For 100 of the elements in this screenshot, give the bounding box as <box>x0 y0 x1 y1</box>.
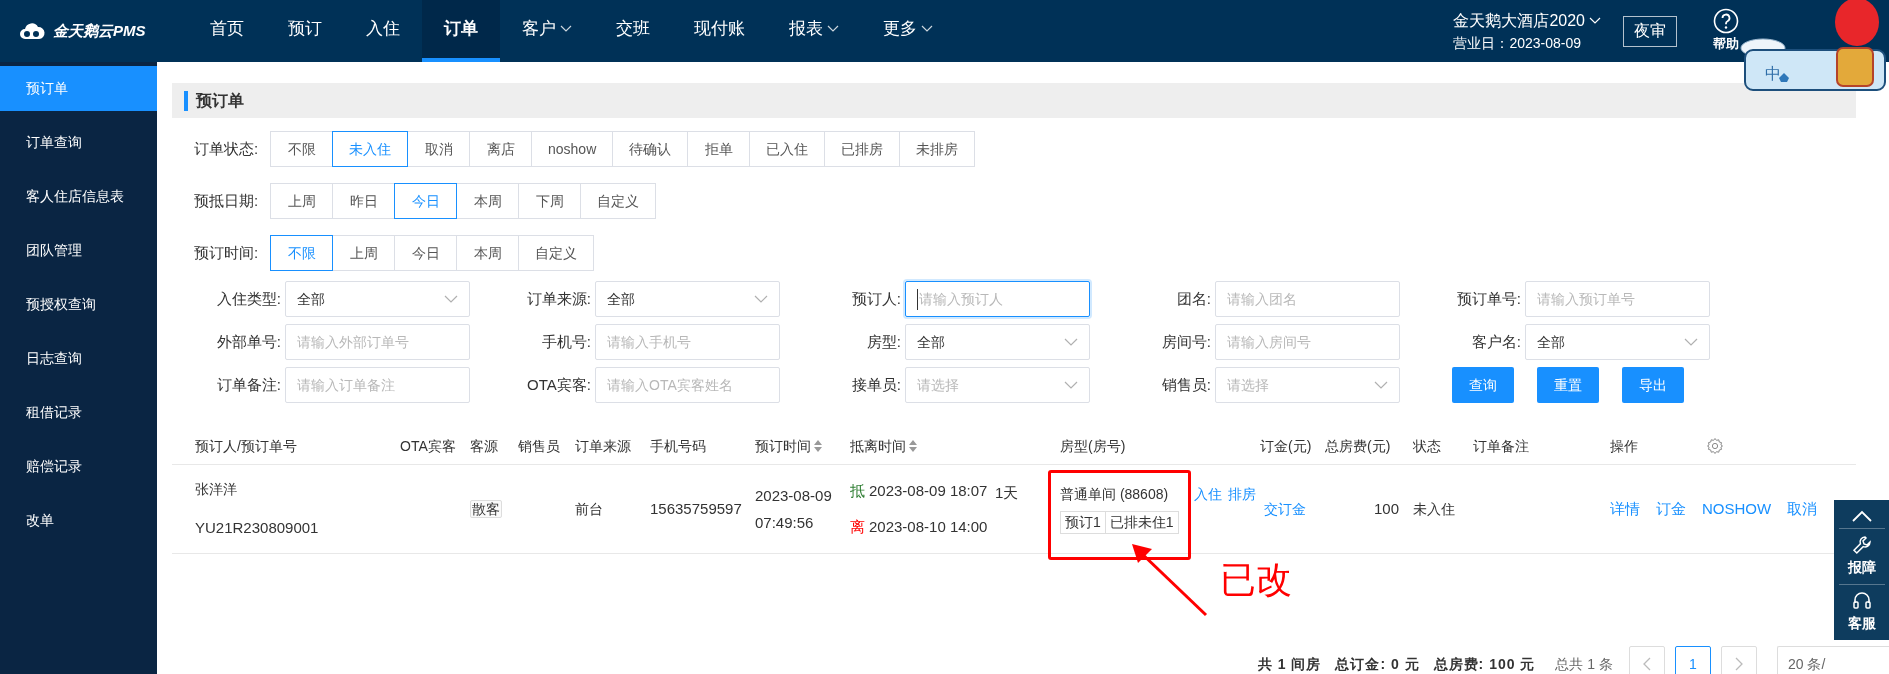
filter-chip[interactable]: 离店 <box>469 131 532 167</box>
room-status-tag: 预订1 <box>1060 511 1106 534</box>
field-label: 接单员: <box>850 374 902 395</box>
sidebar-item[interactable]: 改单 <box>0 498 157 543</box>
table-cell: 15635759597 <box>650 499 742 517</box>
sidebar-item[interactable]: 预授权查询 <box>0 282 157 327</box>
night-audit-button[interactable]: 夜审 <box>1623 15 1677 47</box>
brand-name: 金天鹅云PMS <box>53 20 146 41</box>
column-header: 预订人/预订单号 <box>195 436 297 456</box>
filter-chip[interactable]: 下周 <box>518 183 581 219</box>
column-header: 总房费(元) <box>1325 436 1391 456</box>
chevron-up-icon <box>1851 510 1872 522</box>
input-mode-label: 中 <box>1765 64 1781 84</box>
nav-tab[interactable]: 入住 <box>344 0 422 62</box>
table-cell-text: 2023-08-09 18:07 <box>869 480 988 501</box>
help-button[interactable]: 帮助 <box>1713 8 1739 54</box>
filter-chip[interactable]: 不限 <box>270 131 333 167</box>
chevron-down-icon <box>1064 381 1078 389</box>
filter-label: 预订时间: <box>193 242 260 263</box>
column-header: OTA宾客 <box>400 436 456 456</box>
chevron-down-icon <box>754 295 768 303</box>
page-size-select[interactable]: 20 条/ <box>1777 646 1889 674</box>
field-label: 订单备注: <box>215 374 282 395</box>
help-icon <box>1713 8 1739 35</box>
nav-tab[interactable]: 更多 <box>861 0 955 62</box>
filter-chip[interactable]: 取消 <box>407 131 470 167</box>
support-button[interactable]: 客服 <box>1838 585 1885 641</box>
sort-icon <box>909 440 917 452</box>
field-label: 入住类型: <box>215 288 282 309</box>
column-header: 订单来源 <box>575 436 631 456</box>
sidebar-item[interactable]: 订单查询 <box>0 120 157 165</box>
column-header: 房型(房号) <box>1060 436 1126 456</box>
chevron-down-icon <box>1684 338 1698 346</box>
section-title: 预订单 <box>196 90 244 111</box>
headset-icon <box>1851 591 1872 611</box>
filter-chip[interactable]: 自定义 <box>518 235 594 271</box>
select-field[interactable]: 全部 <box>595 281 780 317</box>
nav-tab[interactable]: 现付账 <box>672 0 767 62</box>
field-label: 手机号: <box>540 331 592 352</box>
total-count: 总共 1 条 <box>1555 654 1613 674</box>
filter-chip[interactable]: 已入住 <box>749 131 826 167</box>
field-label: 房型: <box>865 331 902 352</box>
caret-icon <box>921 25 933 33</box>
sidebar-item[interactable]: 赔偿记录 <box>0 444 157 489</box>
table-cell: 前台 <box>575 500 603 517</box>
chevron-left-icon <box>1643 657 1651 671</box>
filter-chip[interactable]: 未排房 <box>899 131 976 167</box>
select-field[interactable]: 全部 <box>905 324 1090 360</box>
summary-text: 共 1 间房 <box>1257 654 1322 674</box>
hotel-selector[interactable]: 金天鹅大酒店2020 <box>1453 8 1601 33</box>
select-field[interactable]: 全部 <box>285 281 470 317</box>
filter-chip[interactable]: 本周 <box>456 183 519 219</box>
sidebar-item[interactable]: 团队管理 <box>0 228 157 273</box>
filter-chip[interactable]: 拒单 <box>687 131 751 167</box>
filter-chip[interactable]: 自定义 <box>580 183 656 219</box>
filter-chip[interactable]: 上周 <box>332 235 395 271</box>
column-header[interactable]: 抵离时间 <box>850 435 917 457</box>
filter-chip[interactable]: 昨日 <box>332 183 395 219</box>
nav-tab[interactable]: 预订 <box>266 0 344 62</box>
column-header: 客源 <box>470 436 498 456</box>
nav-tab[interactable]: 交班 <box>594 0 672 62</box>
chevron-down-icon <box>1064 338 1078 346</box>
table-cell-text: 2023-08-10 14:00 <box>869 517 988 537</box>
next-page-button[interactable] <box>1721 646 1757 674</box>
accent-bar <box>184 90 188 111</box>
sidebar-item[interactable]: 日志查询 <box>0 336 157 381</box>
filter-chip[interactable]: noshow <box>531 131 614 167</box>
field-label: 外部单号: <box>215 331 282 352</box>
filter-label: 订单状态: <box>193 138 260 159</box>
field-label: 团名: <box>1175 288 1212 309</box>
filter-chip[interactable]: 今日 <box>394 235 457 271</box>
filter-chip[interactable]: 已排房 <box>824 131 901 167</box>
sidebar-item[interactable]: 客人住店信息表 <box>0 174 157 219</box>
business-date: 营业日：2023-08-09 <box>1453 33 1583 53</box>
filter-chip[interactable]: 待确认 <box>612 131 689 167</box>
column-header: 状态 <box>1413 436 1441 456</box>
nav-tab[interactable]: 报表 <box>767 0 861 62</box>
chevron-right-icon <box>1735 657 1743 671</box>
settings-icon <box>1706 437 1724 455</box>
nav-tab[interactable]: 客户 <box>500 0 594 62</box>
filter-chip[interactable]: 本周 <box>456 235 519 271</box>
source-tag: 散客 <box>470 499 502 518</box>
stay-tag: 抵 <box>850 479 865 502</box>
select-field[interactable]: 全部 <box>1525 324 1710 360</box>
table-cell: 100 <box>1373 499 1399 517</box>
cloud-logo-icon <box>17 21 47 41</box>
report-button[interactable]: 报障 <box>1838 529 1885 585</box>
column-header[interactable]: 预订时间 <box>755 435 822 457</box>
prev-page-button[interactable] <box>1629 646 1665 674</box>
field-label: 预订单号: <box>1455 288 1522 309</box>
nav-tab[interactable]: 订单 <box>422 0 500 62</box>
booker-name: 张洋洋 <box>195 479 238 499</box>
column-header: 销售员 <box>518 436 560 456</box>
column-header: 操作 <box>1610 436 1638 456</box>
order-number: YU21R230809001 <box>195 517 320 538</box>
column-header: 订金(元) <box>1260 436 1312 456</box>
sidebar-item[interactable]: 租借记录 <box>0 390 157 435</box>
field-label: 销售员: <box>1160 374 1212 395</box>
filter-chip[interactable]: 上周 <box>270 183 333 219</box>
nav-tab[interactable]: 首页 <box>188 0 266 62</box>
